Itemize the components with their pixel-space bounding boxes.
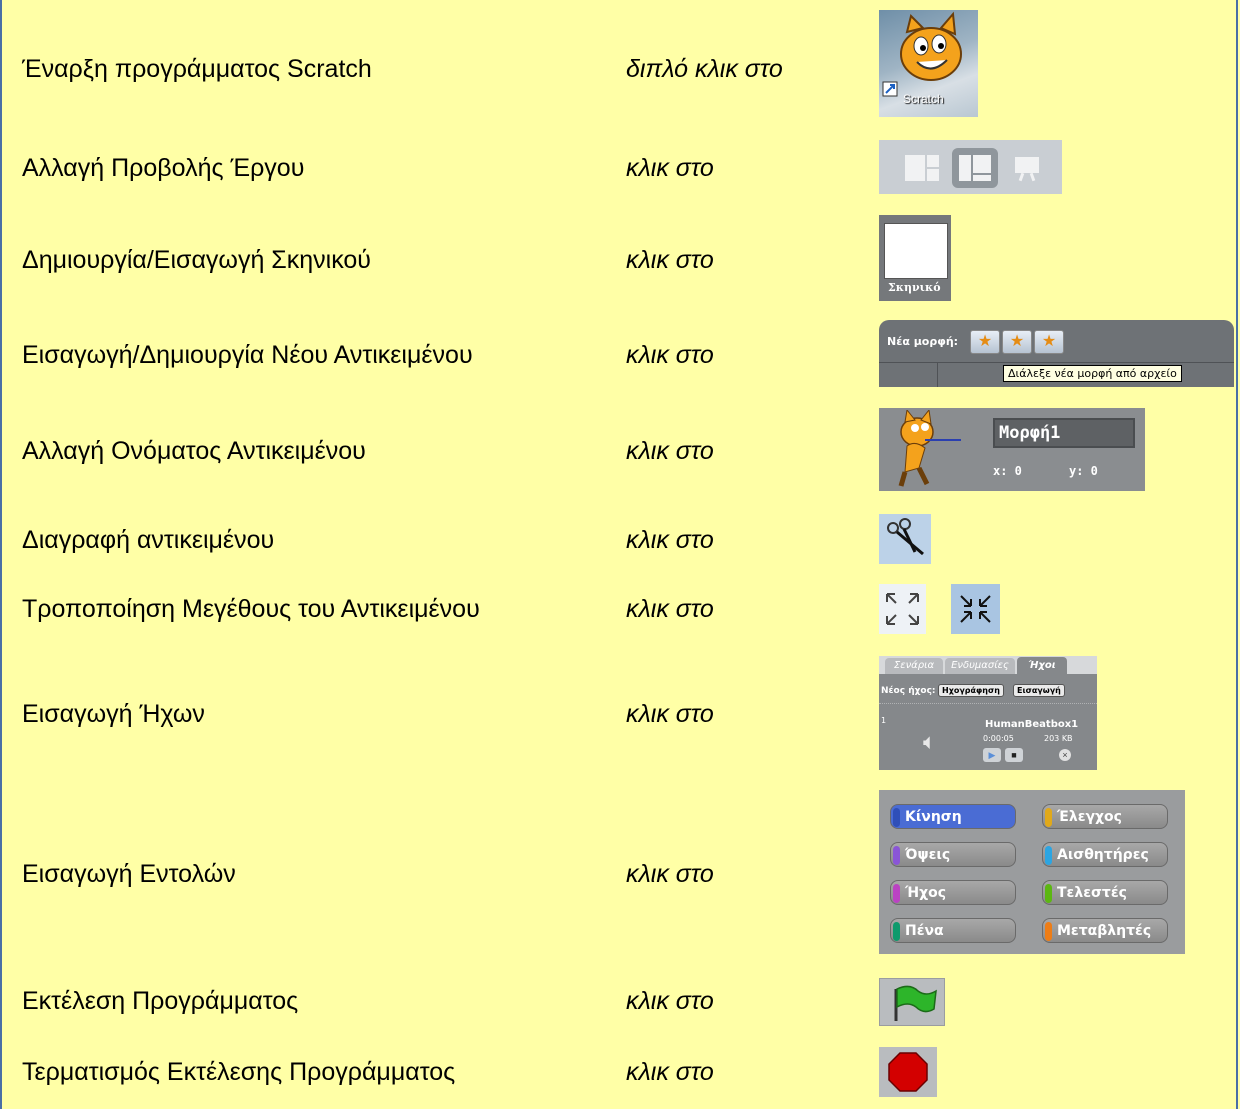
category-sensing[interactable]: Αισθητήρες bbox=[1042, 842, 1168, 867]
category-operators[interactable]: Τελεστές bbox=[1042, 880, 1168, 905]
row-label: Εισαγωγή/Δημιουργία Νέου Αντικειμένου bbox=[22, 341, 473, 369]
category-variables[interactable]: Μεταβλητές bbox=[1042, 918, 1168, 943]
sprite-name-field[interactable]: Μορφή1 bbox=[993, 418, 1135, 448]
sprite-x: x: 0 bbox=[993, 464, 1022, 478]
tab-sounds[interactable]: Ήχοι bbox=[1017, 657, 1067, 674]
sprite-info-panel: Μορφή1 x: 0 y: 0 bbox=[879, 408, 1145, 491]
row-label: Εισαγωγή Εντολών bbox=[22, 860, 236, 888]
row-action: κλικ στο bbox=[626, 246, 714, 274]
delete-sound-icon[interactable]: × bbox=[1059, 749, 1071, 761]
category-control[interactable]: Έλεγχος bbox=[1042, 804, 1168, 829]
sound-name: HumanBeatbox1 bbox=[985, 719, 1079, 730]
normal-view-icon[interactable] bbox=[952, 148, 998, 188]
row-label: Δημιουργία/Εισαγωγή Σκηνικού bbox=[22, 246, 371, 274]
tab-costumes[interactable]: Ενδυμασίες bbox=[945, 658, 1015, 674]
stage-thumbnail[interactable]: Σκηνικό bbox=[879, 215, 951, 301]
choose-sprite-from-file-button[interactable]: ★ bbox=[1002, 330, 1032, 354]
stop-sign-icon[interactable] bbox=[879, 1047, 937, 1097]
paint-new-sprite-button[interactable]: ★ bbox=[970, 330, 1000, 354]
new-sound-label: Νέος ήχος: bbox=[881, 686, 936, 696]
presentation-view-icon[interactable] bbox=[1015, 157, 1039, 182]
row-label: Τερματισμός Εκτέλεσης Προγράμματος bbox=[22, 1058, 456, 1086]
row-action: κλικ στο bbox=[626, 860, 714, 888]
sprite-cat-icon bbox=[898, 410, 961, 487]
category-motion[interactable]: Κίνηση bbox=[890, 804, 1016, 829]
category-sound[interactable]: Ήχος bbox=[890, 880, 1016, 905]
row-label: Εισαγωγή Ήχων bbox=[22, 700, 205, 728]
shrink-sprite-icon[interactable] bbox=[951, 584, 1000, 634]
sound-index: 1 bbox=[881, 716, 887, 725]
stage-label: Σκηνικό bbox=[888, 281, 941, 294]
row-label: Διαγραφή αντικειμένου bbox=[22, 526, 275, 554]
speaker-icon: 🔈︎ bbox=[923, 729, 937, 754]
row-action: διπλό κλικ στο bbox=[626, 55, 783, 83]
row-label: Έναρξη προγράμματος Scratch bbox=[22, 55, 372, 83]
category-pen[interactable]: Πένα bbox=[890, 918, 1016, 943]
category-looks[interactable]: Όψεις bbox=[890, 842, 1016, 867]
row-action: κλικ στο bbox=[626, 595, 714, 623]
play-button[interactable]: ▶ bbox=[983, 748, 1001, 762]
row-label: Αλλαγή Προβολής Έργου bbox=[22, 154, 305, 182]
record-sound-button[interactable]: Ηχογράφηση bbox=[938, 684, 1004, 697]
row-action: κλικ στο bbox=[626, 437, 714, 465]
row-label: Αλλαγή Ονόματος Αντικειμένου bbox=[22, 437, 366, 465]
new-sprite-label: Νέα μορφή: bbox=[887, 335, 959, 348]
sound-size: 203 KB bbox=[1044, 734, 1073, 743]
stop-button[interactable]: ■ bbox=[1005, 748, 1023, 762]
row-action: κλικ στο bbox=[626, 700, 714, 728]
row-action: κλικ στο bbox=[626, 341, 714, 369]
sound-duration: 0:00:05 bbox=[983, 734, 1014, 743]
tooltip: Διάλεξε νέα μορφή από αρχείο bbox=[1003, 365, 1182, 382]
shortcut-label: Scratch bbox=[903, 92, 944, 106]
new-sprite-bar: Νέα μορφή: ★ ★ ★ Διάλεξε νέα μορφή από α… bbox=[879, 320, 1234, 387]
sprite-y: y: 0 bbox=[1069, 464, 1098, 478]
grow-sprite-icon[interactable] bbox=[879, 584, 926, 634]
row-action: κλικ στο bbox=[626, 987, 714, 1015]
row-action: κλικ στο bbox=[626, 526, 714, 554]
surprise-sprite-button[interactable]: ★ bbox=[1034, 330, 1064, 354]
sounds-panel: Σενάρια Ενδυμασίες Ήχοι Νέος ήχος: Ηχογρ… bbox=[879, 656, 1097, 770]
green-flag-icon[interactable] bbox=[879, 978, 945, 1026]
small-stage-view-icon[interactable] bbox=[905, 155, 939, 181]
row-label: Τροποποίηση Μεγέθους του Αντικειμένου bbox=[22, 595, 480, 623]
row-action: κλικ στο bbox=[626, 154, 714, 182]
view-mode-toolbar bbox=[879, 140, 1062, 194]
block-categories-panel: Κίνηση Έλεγχος Όψεις Αισθητήρες Ήχος Τελ… bbox=[879, 790, 1185, 954]
scratch-shortcut-icon[interactable]: Scratch bbox=[879, 10, 978, 117]
import-sound-button[interactable]: Εισαγωγή bbox=[1013, 684, 1065, 697]
row-action: κλικ στο bbox=[626, 1058, 714, 1086]
row-label: Εκτέλεση Προγράμματος bbox=[22, 987, 299, 1015]
delete-scissors-icon[interactable] bbox=[879, 514, 931, 564]
tab-scripts[interactable]: Σενάρια bbox=[885, 658, 943, 674]
